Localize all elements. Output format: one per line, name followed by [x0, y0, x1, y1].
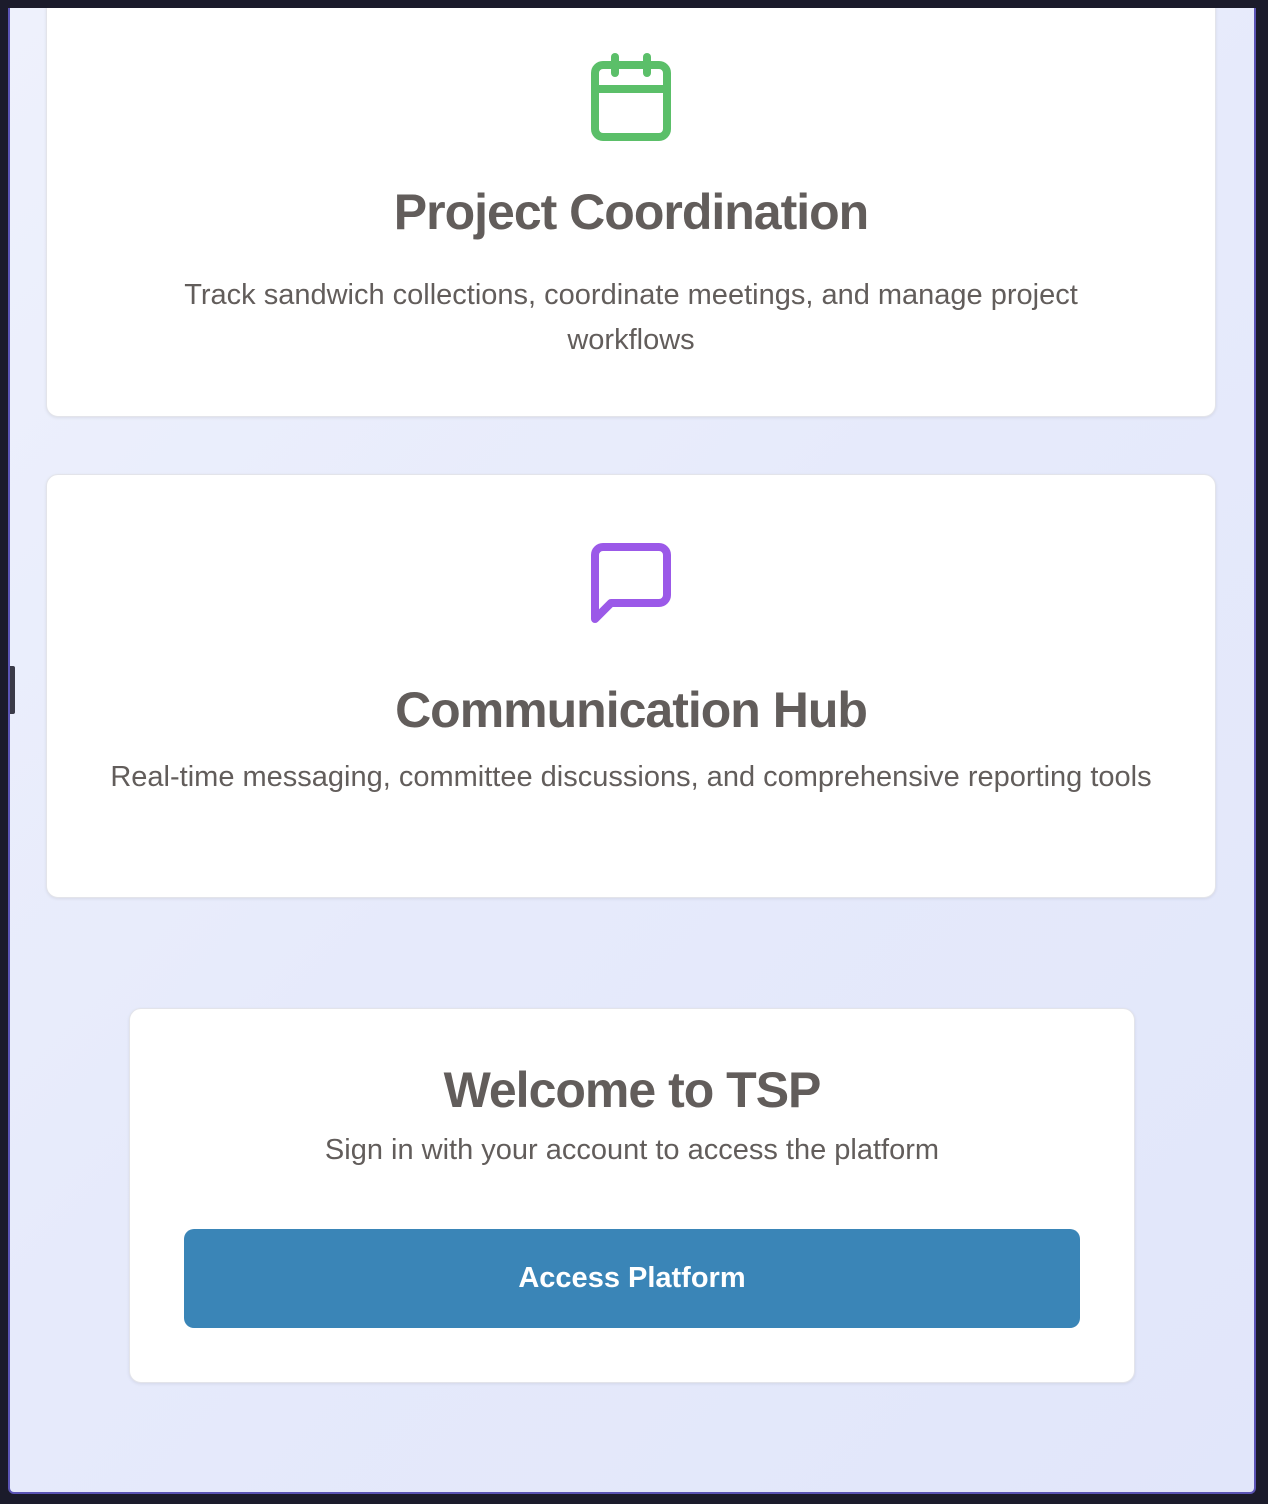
calendar-icon	[583, 49, 679, 145]
welcome-title: Welcome to TSP	[443, 1062, 822, 1118]
feature-description: Track sandwich collections, coordinate m…	[184, 279, 1078, 356]
feature-card-project-coordination: Project Coordination Track sandwich coll…	[46, 8, 1216, 417]
feature-description: Real-time messaging, committee discussio…	[110, 761, 1152, 793]
welcome-card: Welcome to TSP Sign in with your account…	[129, 1008, 1135, 1383]
feature-card-communication-hub: Communication Hub Real-time messaging, c…	[46, 474, 1216, 898]
feature-title: Project Coordination	[393, 184, 869, 240]
feature-title: Communication Hub	[395, 682, 868, 738]
window-resize-handle[interactable]	[10, 666, 15, 714]
welcome-subtitle: Sign in with your account to access the …	[324, 1134, 940, 1166]
message-square-icon	[583, 535, 679, 631]
access-platform-button[interactable]: Access Platform	[184, 1229, 1080, 1328]
app-window: Project Coordination Track sandwich coll…	[8, 8, 1256, 1494]
